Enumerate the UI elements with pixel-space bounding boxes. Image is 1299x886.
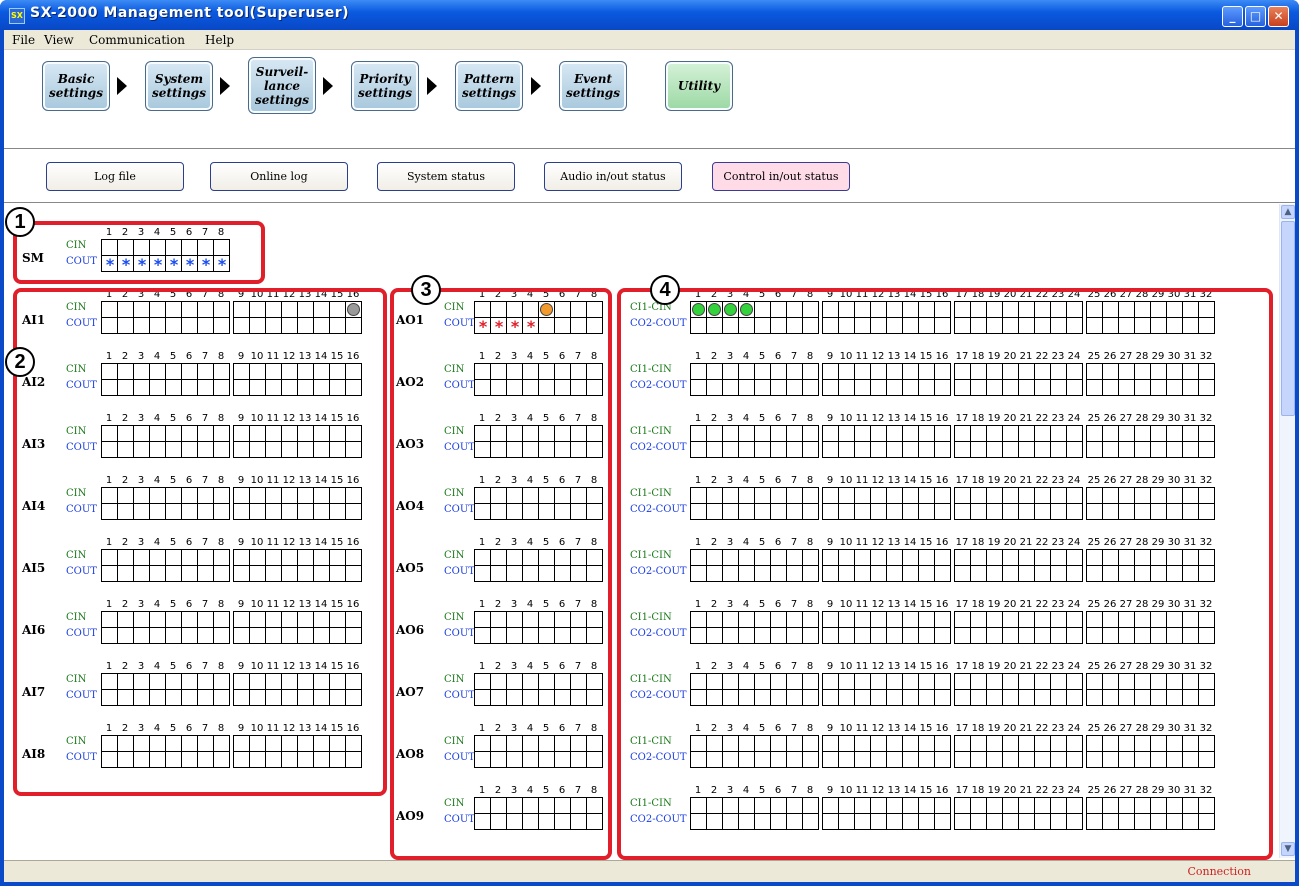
- window-title: SX-2000 Management tool(Superuser): [30, 5, 350, 21]
- tab-online-log[interactable]: Online log: [210, 162, 348, 191]
- callout-frame: [390, 288, 612, 860]
- maximize-button[interactable]: □: [1245, 6, 1266, 27]
- tab-control-inout-status[interactable]: Control in/out status: [712, 162, 850, 191]
- step-system-settings[interactable]: System settings: [145, 61, 213, 111]
- step-arrow-icon: [531, 77, 541, 95]
- step-basic-settings[interactable]: Basic settings: [42, 61, 110, 111]
- step-surveillance-settings[interactable]: Surveil-lance settings: [248, 57, 316, 114]
- step-event-settings[interactable]: Event settings: [559, 61, 627, 111]
- callout-frame: [13, 288, 387, 796]
- tab-system-status[interactable]: System status: [377, 162, 515, 191]
- menu-view[interactable]: View: [44, 33, 74, 47]
- menu-communication[interactable]: Communication: [89, 33, 185, 47]
- callout-frame: [13, 221, 265, 284]
- utility-tab-bar: Log file Online log System status Audio …: [4, 150, 1295, 203]
- vertical-scrollbar[interactable]: ▲ ▼: [1279, 204, 1295, 858]
- window-client: File View Communication Help Basic settin…: [4, 30, 1295, 882]
- menu-help[interactable]: Help: [205, 33, 234, 47]
- step-arrow-icon: [427, 77, 437, 95]
- close-button[interactable]: ✕: [1268, 6, 1289, 27]
- step-arrow-icon: [117, 77, 127, 95]
- minimize-button[interactable]: _: [1222, 6, 1243, 27]
- step-utility[interactable]: Utility: [665, 61, 733, 111]
- tab-audio-inout-status[interactable]: Audio in/out status: [544, 162, 682, 191]
- callout-number: 3: [411, 275, 441, 305]
- step-priority-settings[interactable]: Priority settings: [351, 61, 419, 111]
- callout-number: 1: [5, 207, 35, 237]
- callout-number: 2: [5, 347, 35, 377]
- app-window: SX SX-2000 Management tool(Superuser) _ …: [0, 0, 1299, 886]
- menu-bar: File View Communication Help: [4, 30, 1295, 50]
- scroll-thumb[interactable]: [1281, 221, 1295, 416]
- settings-step-bar: Basic settings System settings Surveil-lan…: [4, 51, 1295, 149]
- app-icon: SX: [9, 8, 25, 24]
- step-arrow-icon: [323, 77, 333, 95]
- connection-status: Connection: [1187, 865, 1251, 878]
- callout-number: 4: [650, 275, 680, 305]
- menu-file[interactable]: File: [12, 33, 35, 47]
- scroll-up-icon[interactable]: ▲: [1281, 205, 1295, 219]
- status-panel: SM CIN COUT 1 2 3 4 5 6 7 8 * * * * * * * * AI1 CIN COUT 1 2 3 4 5…: [4, 204, 1277, 860]
- step-arrow-icon: [220, 77, 230, 95]
- status-bar: Connection: [4, 860, 1295, 882]
- callout-frame: [617, 288, 1273, 860]
- step-pattern-settings[interactable]: Pattern settings: [455, 61, 523, 111]
- scroll-down-icon[interactable]: ▼: [1281, 842, 1295, 856]
- tab-log-file[interactable]: Log file: [46, 162, 184, 191]
- title-bar[interactable]: SX SX-2000 Management tool(Superuser) _ …: [0, 0, 1299, 30]
